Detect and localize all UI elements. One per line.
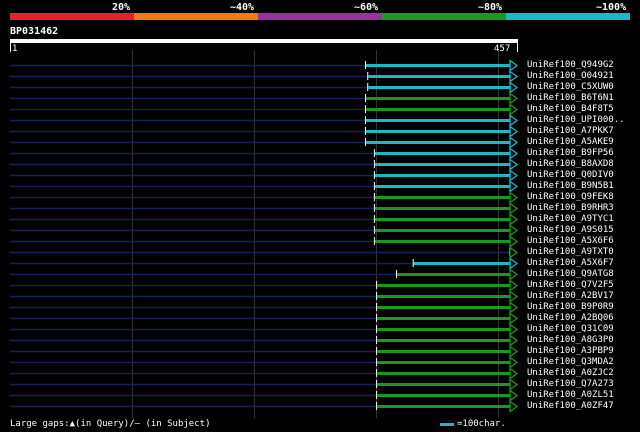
hit-end-arrow-icon — [509, 246, 519, 259]
hit-end-arrow-icon — [509, 312, 519, 325]
hit-label[interactable]: UniRef100_A0ZL51 — [527, 390, 614, 400]
hit-bar[interactable] — [377, 284, 511, 287]
hit-bar[interactable] — [377, 350, 511, 353]
hit-label[interactable]: UniRef100_Q7A273 — [527, 379, 614, 389]
hit-end-arrow-icon — [509, 158, 519, 171]
hit-end-arrow-icon — [509, 334, 519, 347]
hit-bar[interactable] — [377, 306, 511, 309]
hit-end-arrow-icon — [509, 356, 519, 369]
hit-bar[interactable] — [377, 361, 511, 364]
hit-end-arrow-icon — [509, 345, 519, 358]
hit-end-arrow-icon — [509, 224, 519, 237]
hit-bar[interactable] — [368, 75, 511, 78]
hit-bar[interactable] — [366, 141, 511, 144]
hit-label[interactable]: UniRef100_A5X6F6 — [527, 236, 614, 246]
hit-label[interactable]: UniRef100_A7PKK7 — [527, 126, 614, 136]
hit-bar[interactable] — [374, 152, 511, 155]
hit-label[interactable]: UniRef100_Q0DIV0 — [527, 170, 614, 180]
hit-end-arrow-icon — [509, 180, 519, 193]
hit-label[interactable]: UniRef100_A0ZJC2 — [527, 368, 614, 378]
hit-end-arrow-icon — [509, 136, 519, 149]
hit-end-arrow-icon — [509, 268, 519, 281]
hit-bar[interactable] — [366, 130, 511, 133]
hit-end-arrow-icon — [509, 279, 519, 292]
hit-end-arrow-icon — [509, 114, 519, 127]
hit-label[interactable]: UniRef100_Q9FEK8 — [527, 192, 614, 202]
hit-bar[interactable] — [374, 229, 511, 232]
hit-end-arrow-icon — [509, 169, 519, 182]
hit-bar[interactable] — [374, 174, 511, 177]
hit-bar[interactable] — [413, 262, 511, 265]
hit-label[interactable]: UniRef100_A9TXT0 — [527, 247, 614, 257]
hit-end-arrow-icon — [509, 59, 519, 72]
hit-end-arrow-icon — [509, 92, 519, 105]
hit-end-arrow-icon — [509, 191, 519, 204]
hit-label[interactable]: UniRef100_A3PBP9 — [527, 346, 614, 356]
hit-bar[interactable] — [377, 394, 511, 397]
hit-bar[interactable] — [368, 86, 511, 89]
hit-end-arrow-icon — [509, 202, 519, 215]
hit-label[interactable]: UniRef100_B6T6N1 — [527, 93, 614, 103]
scale-swatch — [440, 423, 454, 426]
hit-label[interactable]: UniRef100_A0ZF47 — [527, 401, 614, 411]
hit-bar[interactable] — [377, 317, 511, 320]
hit-label[interactable]: UniRef100_A5AKE9 — [527, 137, 614, 147]
hit-label[interactable]: UniRef100_A2BQ06 — [527, 313, 614, 323]
hit-end-arrow-icon — [509, 290, 519, 303]
large-gaps-legend: Large gaps:▲(in Query)/– (in Subject) — [10, 419, 211, 429]
hit-bar[interactable] — [377, 383, 511, 386]
hit-label[interactable]: UniRef100_Q3MDA2 — [527, 357, 614, 367]
hit-label[interactable]: UniRef100_B9P0R9 — [527, 302, 614, 312]
hit-bar[interactable] — [366, 119, 511, 122]
hit-end-arrow-icon — [509, 257, 519, 270]
hit-label[interactable]: UniRef100_C5XUW0 — [527, 82, 614, 92]
hit-end-arrow-icon — [509, 213, 519, 226]
scale-label: =100char. — [457, 419, 506, 429]
hit-end-arrow-icon — [509, 378, 519, 391]
hit-bar[interactable] — [366, 64, 511, 67]
hit-bar[interactable] — [374, 163, 511, 166]
hit-end-arrow-icon — [509, 389, 519, 402]
hit-end-arrow-icon — [509, 235, 519, 248]
hit-label[interactable]: UniRef100_B8AXD8 — [527, 159, 614, 169]
hit-end-arrow-icon — [509, 147, 519, 160]
hit-end-arrow-icon — [509, 70, 519, 83]
hit-label[interactable]: UniRef100_A5X6F7 — [527, 258, 614, 268]
hit-label[interactable]: UniRef100_Q7V2F5 — [527, 280, 614, 290]
hit-bar[interactable] — [374, 218, 511, 221]
hit-label[interactable]: UniRef100_Q949G2 — [527, 60, 614, 70]
hit-label[interactable]: UniRef100_A8G3P0 — [527, 335, 614, 345]
hit-bar[interactable] — [374, 196, 511, 199]
hit-label[interactable]: UniRef100_Q9ATG8 — [527, 269, 614, 279]
hit-bar[interactable] — [377, 372, 511, 375]
hit-end-arrow-icon — [509, 81, 519, 94]
hit-label[interactable]: UniRef100_A9S015 — [527, 225, 614, 235]
hit-label[interactable]: UniRef100_B9FP56 — [527, 148, 614, 158]
hit-label[interactable]: UniRef100_B4F8T5 — [527, 104, 614, 114]
hit-end-arrow-icon — [509, 400, 519, 413]
hit-bar[interactable] — [377, 295, 511, 298]
hit-end-arrow-icon — [509, 125, 519, 138]
hit-end-arrow-icon — [509, 367, 519, 380]
hit-label[interactable]: UniRef100_A2BV17 — [527, 291, 614, 301]
hit-bar[interactable] — [377, 405, 511, 408]
hit-label[interactable]: UniRef100_B9RHR3 — [527, 203, 614, 213]
hit-bar[interactable] — [377, 328, 511, 331]
hit-bar[interactable] — [374, 240, 511, 243]
hit-bar[interactable] — [374, 185, 511, 188]
hit-label[interactable]: UniRef100_UPI000.. — [527, 115, 625, 125]
hit-end-arrow-icon — [509, 301, 519, 314]
hit-bar[interactable] — [374, 207, 511, 210]
hit-bar[interactable] — [366, 108, 511, 111]
hit-label[interactable]: UniRef100_O04921 — [527, 71, 614, 81]
hit-end-arrow-icon — [509, 103, 519, 116]
hit-bar[interactable] — [377, 339, 511, 342]
hit-bar[interactable] — [366, 97, 511, 100]
hit-label[interactable]: UniRef100_A9TYC1 — [527, 214, 614, 224]
hit-label[interactable]: UniRef100_B9N5B1 — [527, 181, 614, 191]
hit-label[interactable]: UniRef100_Q31C09 — [527, 324, 614, 334]
hit-end-arrow-icon — [509, 323, 519, 336]
hit-bar[interactable] — [397, 273, 511, 276]
